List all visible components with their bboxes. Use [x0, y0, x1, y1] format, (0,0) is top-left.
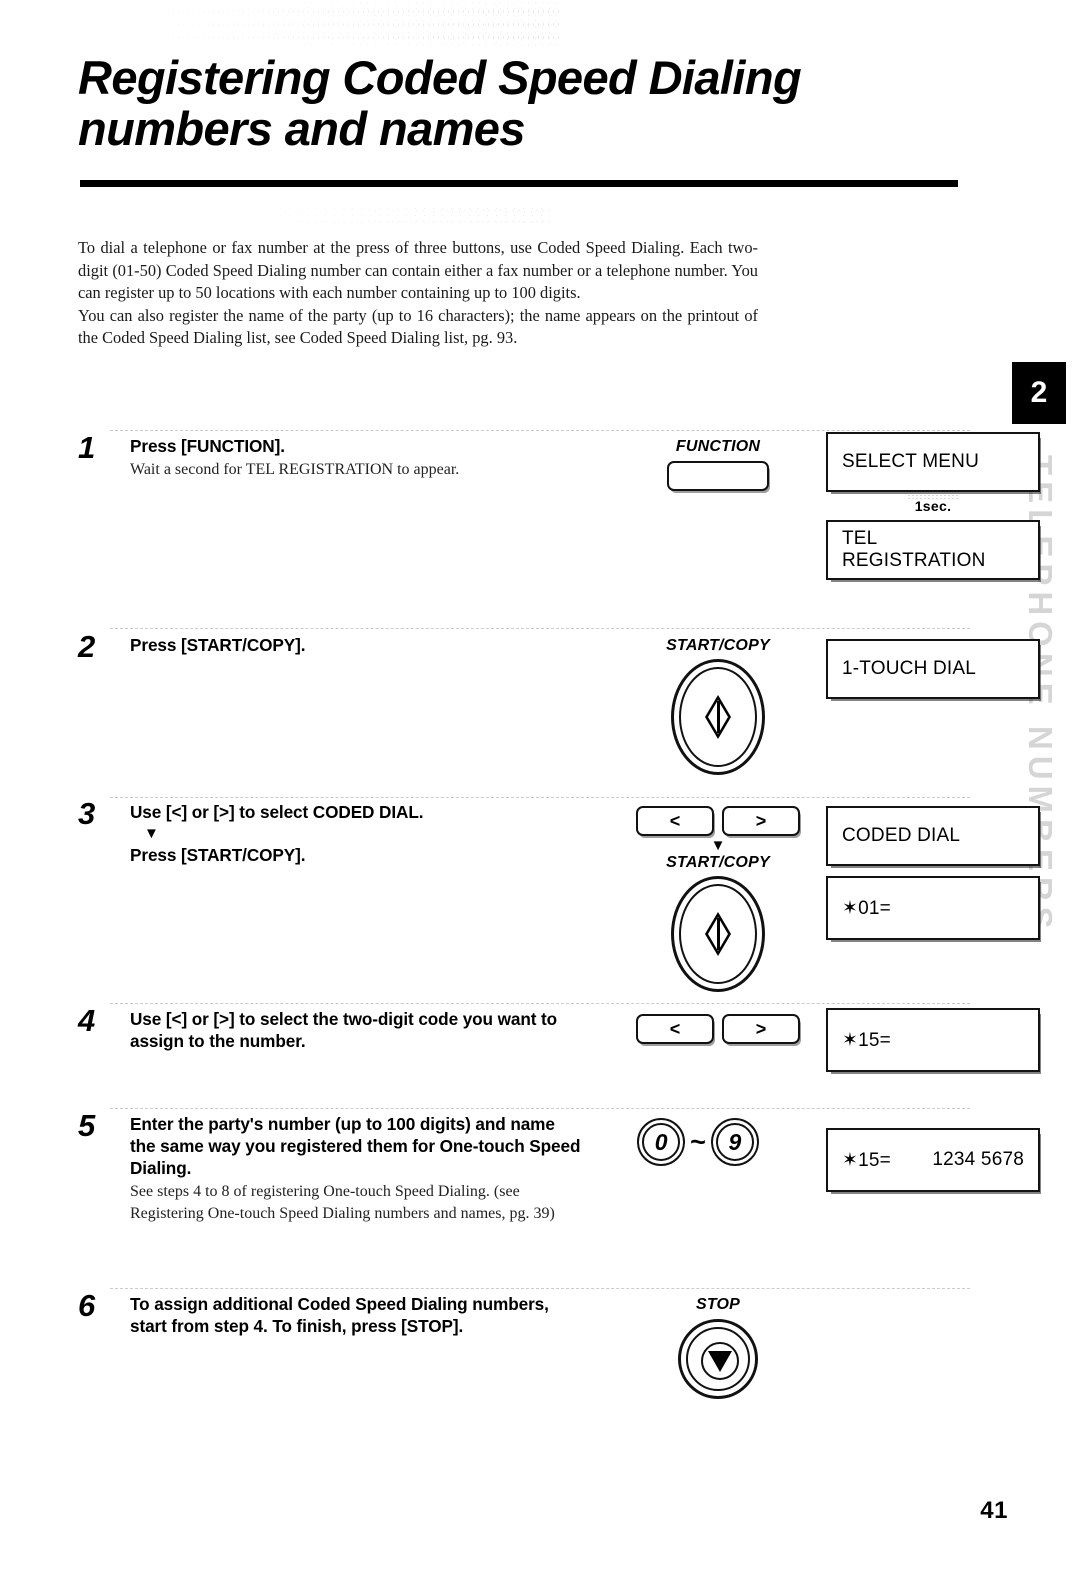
right-arrow-icon: >: [755, 811, 767, 831]
step-instruction: Press [FUNCTION].: [130, 436, 285, 456]
step-separator-6: [110, 1288, 970, 1290]
intro-paragraph-1: To dial a telephone or fax number at the…: [78, 238, 758, 303]
step-instruction: Use [<] or [>] to select CODED DIAL.: [130, 802, 424, 822]
step-separator-4: [110, 1003, 970, 1005]
lcd-illustration: ✶15=: [826, 1008, 1040, 1072]
chapter-tab: 2: [1012, 362, 1066, 424]
step-text: Use [<] or [>] to select CODED DIAL. ▼ P…: [130, 801, 582, 866]
left-arrow-icon: <: [669, 1019, 681, 1039]
keypad-digit-0: 0: [654, 1128, 668, 1155]
step-text: Enter the party's number (up to 100 digi…: [130, 1113, 582, 1225]
step-instruction: Enter the party's number (up to 100 digi…: [130, 1114, 581, 1178]
lcd-display: ✶01=: [826, 876, 1040, 940]
step-instruction-2: Press [START/COPY].: [130, 845, 306, 865]
lcd-illustration: CODED DIAL ✶01=: [826, 806, 1040, 940]
key-illustration: FUNCTION: [623, 438, 813, 491]
start-copy-key-label: START/COPY: [666, 637, 770, 654]
step-number: 3: [78, 796, 96, 831]
key-illustration: 0 ~ 9: [608, 1118, 788, 1166]
stop-key-label: STOP: [695, 1296, 741, 1313]
page-title-line-1: Registering Coded Speed Dialing: [78, 51, 802, 104]
step-text: Press [FUNCTION]. Wait a second for TEL …: [130, 435, 582, 481]
step-separator-5: [110, 1108, 970, 1110]
key-illustration: < >: [623, 1014, 813, 1044]
lcd-text: 1-TOUCH DIAL: [842, 658, 977, 679]
lcd-gap: [826, 866, 1040, 876]
step-note: Wait a second for TEL REGISTRATION to ap…: [130, 461, 460, 478]
lcd-text: ✶15=: [842, 1029, 891, 1051]
step-separator-3: [110, 797, 970, 799]
function-key-label: FUNCTION: [675, 438, 761, 455]
start-copy-button[interactable]: [671, 876, 765, 992]
wait-duration-label: 1sec.: [826, 492, 1040, 520]
start-diamond-icon: [705, 912, 731, 956]
stop-button[interactable]: [678, 1319, 758, 1399]
lcd-illustration: ✶15= 1234 5678: [826, 1128, 1040, 1192]
start-copy-key-label: START/COPY: [666, 854, 770, 871]
lcd-display: CODED DIAL: [826, 806, 1040, 866]
lcd-illustration: SELECT MENU 1sec. TEL REGISTRATION: [826, 432, 1040, 580]
step-text: To assign additional Coded Speed Dialing…: [130, 1293, 560, 1337]
lcd-display: SELECT MENU: [826, 432, 1040, 492]
title-rule: [80, 180, 958, 187]
lcd-display: ✶15=: [826, 1008, 1040, 1072]
left-arrow-icon: <: [669, 811, 681, 831]
key-illustration: START/COPY: [623, 637, 813, 775]
down-triangle-icon: ▼: [144, 825, 159, 842]
scan-noise-top: [70, 0, 560, 48]
lcd-illustration: 1-TOUCH DIAL: [826, 639, 1040, 699]
lcd-display: TEL REGISTRATION: [826, 520, 1040, 580]
keypad-digit-9: 9: [728, 1128, 742, 1155]
step-separator-2: [110, 628, 970, 630]
scan-noise-intro: [150, 205, 550, 225]
down-triangle-icon: ▼: [710, 837, 726, 854]
lcd-number-text: 1234 5678: [932, 1149, 1024, 1170]
step-instruction: Use [<] or [>] to select the two-digit c…: [130, 1009, 558, 1051]
step-instruction: To assign additional Coded Speed Dialing…: [130, 1294, 549, 1336]
function-button[interactable]: [667, 461, 769, 491]
right-arrow-icon: >: [755, 1019, 767, 1039]
step-instruction: Press [START/COPY].: [130, 635, 306, 655]
step-number: 4: [78, 1003, 96, 1038]
keypad-key-0[interactable]: 0: [637, 1118, 686, 1166]
lcd-text: ✶01=: [842, 897, 891, 919]
lcd-text: TEL REGISTRATION: [842, 528, 986, 571]
page-number: 41: [980, 1497, 1008, 1524]
page-title-line-2: numbers and names: [78, 102, 525, 155]
step-number: 6: [78, 1288, 96, 1323]
arrow-key-pair: < >: [623, 806, 813, 836]
numeric-keypad-range: 0 ~ 9: [608, 1118, 788, 1166]
lcd-code-text: ✶15=: [842, 1149, 891, 1171]
tilde-icon: ~: [690, 1126, 706, 1157]
keypad-key-9[interactable]: 9: [710, 1118, 759, 1166]
step-number: 5: [78, 1108, 96, 1143]
start-copy-button[interactable]: [671, 659, 765, 775]
start-diamond-icon: [705, 695, 731, 739]
lcd-text: SELECT MENU: [842, 451, 979, 472]
left-arrow-button[interactable]: <: [636, 806, 714, 836]
right-arrow-button[interactable]: >: [722, 1014, 800, 1044]
intro-text: To dial a telephone or fax number at the…: [78, 237, 758, 350]
step-text: Use [<] or [>] to select the two-digit c…: [130, 1008, 598, 1052]
lcd-text: CODED DIAL: [842, 825, 961, 846]
intro-paragraph-2: You can also register the name of the pa…: [78, 305, 758, 348]
left-arrow-button[interactable]: <: [636, 1014, 714, 1044]
key-illustration: STOP: [623, 1296, 813, 1399]
right-arrow-button[interactable]: >: [722, 806, 800, 836]
stop-triangle-icon: [708, 1351, 732, 1372]
stop-inner-circle: [701, 1342, 739, 1380]
page-title: Registering Coded Speed Dialing numbers …: [78, 52, 958, 154]
arrow-key-pair: < >: [623, 1014, 813, 1044]
step-text: Press [START/COPY].: [130, 634, 582, 656]
key-illustration: < > ▼ START/COPY: [623, 806, 813, 992]
lcd-display: 1-TOUCH DIAL: [826, 639, 1040, 699]
step-number: 2: [78, 629, 96, 664]
lcd-display: ✶15= 1234 5678: [826, 1128, 1040, 1192]
step-number: 1: [78, 430, 96, 465]
step-note: See steps 4 to 8 of registering One-touc…: [130, 1183, 555, 1222]
sidebar-vertical-text: TELEPHONE NUMBERS: [1005, 455, 1075, 1455]
